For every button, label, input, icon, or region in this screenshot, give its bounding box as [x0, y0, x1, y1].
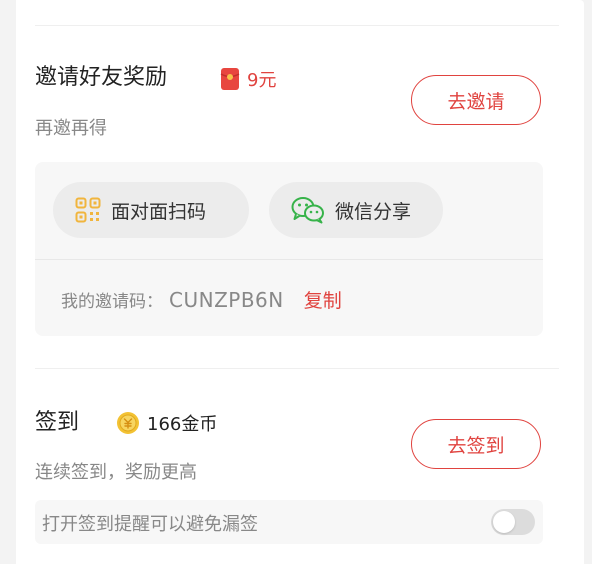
top-divider: [35, 25, 559, 26]
checkin-reminder-bar: 打开签到提醒可以避免漏签: [35, 500, 543, 544]
invite-reward: 9元: [220, 66, 276, 92]
checkin-subtitle: 连续签到，奖励更高: [35, 462, 197, 483]
wechat-icon: [291, 196, 325, 224]
go-invite-button[interactable]: 去邀请: [411, 75, 541, 125]
wechat-share-label: 微信分享: [335, 200, 412, 223]
share-panel: 面对面扫码 微信分享 我的邀请码： CUNZPB6N 复制: [35, 162, 543, 336]
go-checkin-button[interactable]: 去签到: [411, 419, 541, 469]
checkin-reward-amount: 166金币: [147, 414, 218, 435]
red-envelope-icon: [220, 67, 240, 91]
qr-code-icon: [75, 197, 101, 223]
gold-coin-icon: [116, 411, 140, 435]
checkin-title: 签到: [35, 410, 80, 435]
section-divider: [35, 368, 559, 369]
invite-code-value: CUNZPB6N: [169, 288, 284, 312]
checkin-reminder-text: 打开签到提醒可以避免漏签: [42, 514, 258, 535]
share-panel-divider: [35, 259, 543, 260]
invite-code-row: 我的邀请码： CUNZPB6N 复制: [61, 286, 342, 313]
face-to-face-scan-label: 面对面扫码: [111, 200, 207, 223]
invite-subtitle: 再邀再得: [35, 118, 107, 139]
checkin-reward: 166金币: [116, 410, 217, 436]
face-to-face-scan-button[interactable]: 面对面扫码: [53, 182, 249, 238]
wechat-share-button[interactable]: 微信分享: [269, 182, 443, 238]
invite-code-label: 我的邀请码：: [61, 292, 163, 312]
toggle-knob: [493, 511, 515, 533]
invite-reward-amount: 9元: [247, 70, 277, 91]
copy-invite-code-button[interactable]: 复制: [304, 286, 342, 313]
invite-title: 邀请好友奖励: [35, 65, 168, 90]
checkin-reminder-toggle[interactable]: [491, 509, 535, 535]
